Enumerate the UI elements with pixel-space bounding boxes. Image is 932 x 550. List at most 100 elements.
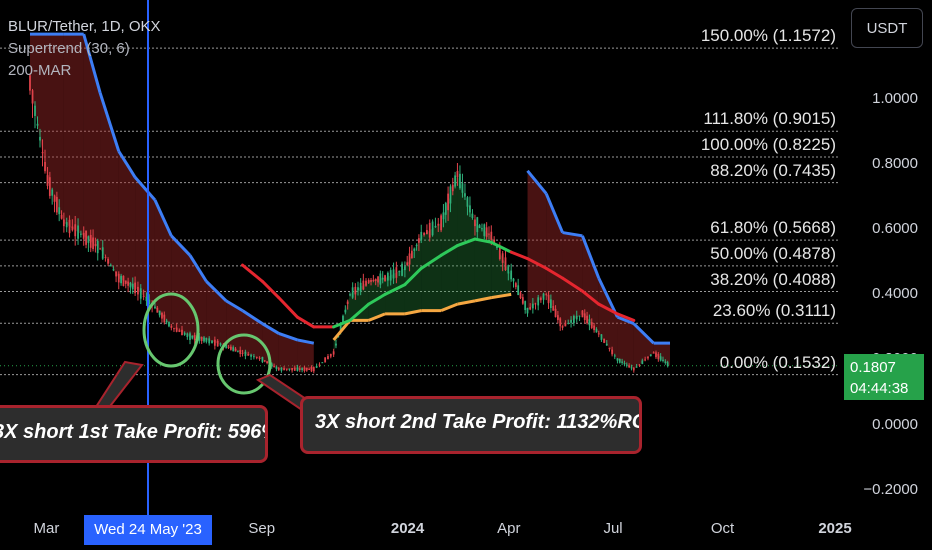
- candle-body: [211, 340, 213, 344]
- candle-body: [621, 361, 624, 363]
- candle-body: [374, 279, 377, 281]
- candle-body: [127, 281, 130, 286]
- candle-body: [413, 248, 416, 251]
- candle-body: [630, 367, 633, 369]
- candle-body: [440, 215, 442, 231]
- candle-body: [68, 219, 71, 234]
- candle-body: [649, 354, 652, 357]
- supertrend-fill-seg-34: [633, 323, 654, 370]
- candle-body: [418, 238, 420, 243]
- candle-body: [344, 309, 347, 313]
- candle-body: [389, 270, 392, 281]
- candle-body: [193, 335, 196, 341]
- candle-body: [288, 368, 291, 370]
- candle-body: [531, 303, 534, 309]
- candle-body: [142, 295, 145, 297]
- ma-seg-12: [241, 263, 264, 283]
- candle-body: [186, 333, 189, 338]
- candle-body: [77, 225, 79, 239]
- chart-legend: BLUR/Tether, 1D, OKX Supertrend (30, 6) …: [8, 16, 161, 82]
- callout-second-take-profit: 3X short 2nd Take Profit: 1132%ROI: [300, 396, 642, 454]
- candle-body: [379, 273, 382, 285]
- candle-body: [293, 367, 296, 371]
- candle-body: [481, 228, 483, 230]
- y-tick-3: 0.4000: [872, 285, 918, 303]
- candle-body: [372, 279, 375, 282]
- x-tick-5: Jul: [603, 520, 623, 537]
- candle-body: [178, 330, 181, 332]
- candle-body: [444, 202, 447, 215]
- legend-supertrend[interactable]: Supertrend (30, 6): [8, 38, 161, 60]
- candle-body: [641, 360, 644, 364]
- currency-button[interactable]: USDT: [851, 8, 923, 48]
- candle-body: [431, 221, 434, 236]
- candle-body: [474, 219, 476, 227]
- fib-label-3: 88.20% (0.7435): [710, 160, 836, 180]
- candle-body: [556, 315, 559, 321]
- candle-body: [109, 264, 112, 267]
- candle-body: [131, 283, 134, 290]
- candle-body: [332, 351, 335, 355]
- candle-body: [512, 278, 515, 282]
- legend-title: BLUR/Tether, 1D, OKX: [8, 18, 161, 35]
- candle-body: [362, 280, 365, 290]
- y-tick-2: 0.6000: [872, 220, 918, 238]
- candle-body: [335, 343, 337, 346]
- candle-body: [255, 356, 258, 359]
- candle-body: [46, 175, 49, 186]
- ma-seg-13: [260, 279, 281, 300]
- candle-body: [605, 343, 608, 346]
- candle-body: [655, 352, 657, 358]
- candle-body: [666, 362, 669, 366]
- candle-body: [351, 287, 354, 298]
- candle-body: [227, 346, 230, 348]
- current-price-value: 0.1807: [850, 359, 896, 376]
- candle-body: [367, 279, 370, 283]
- candle-body: [89, 235, 92, 248]
- candle-body: [229, 346, 232, 350]
- candle-body: [613, 355, 616, 357]
- candle-body: [395, 267, 398, 278]
- candle-body: [529, 307, 532, 310]
- candle-body: [539, 297, 542, 301]
- candle-body: [82, 232, 85, 239]
- candle-body: [657, 354, 660, 360]
- candle-body: [96, 240, 99, 254]
- candle-body: [662, 359, 664, 361]
- ma-seg-15: [295, 315, 316, 329]
- candle-body: [635, 366, 638, 368]
- candle-body: [318, 364, 321, 366]
- candle-body: [581, 310, 584, 318]
- legend-ma[interactable]: 200-MAR: [8, 60, 161, 82]
- current-price-tag: 0.1807 04:44:38: [844, 354, 924, 400]
- candle-body: [403, 266, 406, 271]
- candle-body: [434, 225, 437, 228]
- y-tick-0: 1.0000: [872, 90, 918, 108]
- candle-body: [315, 365, 318, 368]
- candle-body: [65, 222, 68, 228]
- fib-label-1: 111.80% (0.9015): [703, 109, 836, 129]
- candle-body: [308, 368, 311, 370]
- candle-body: [41, 152, 44, 154]
- candle-body: [542, 293, 545, 300]
- candle-body: [324, 357, 327, 363]
- candle-body: [298, 368, 301, 371]
- candle-body: [154, 306, 156, 309]
- candle-body: [275, 366, 278, 369]
- candle-body: [451, 184, 454, 192]
- candle-body: [459, 173, 461, 189]
- x-tick-2: Sep: [248, 520, 276, 537]
- candle-body: [39, 136, 41, 141]
- x-tick-3: 2024: [390, 520, 425, 537]
- candle-body: [354, 286, 357, 295]
- x-tick-4: Apr: [497, 520, 521, 537]
- crosshair-date-label: Wed 24 May '23: [84, 515, 212, 545]
- candle-body: [554, 308, 557, 318]
- candle-body: [426, 230, 428, 235]
- candle-body: [273, 365, 275, 367]
- candle-body: [205, 338, 208, 342]
- candle-body: [115, 271, 117, 277]
- candle-body: [112, 269, 115, 271]
- candle-body: [501, 253, 504, 263]
- candle-body: [305, 367, 308, 371]
